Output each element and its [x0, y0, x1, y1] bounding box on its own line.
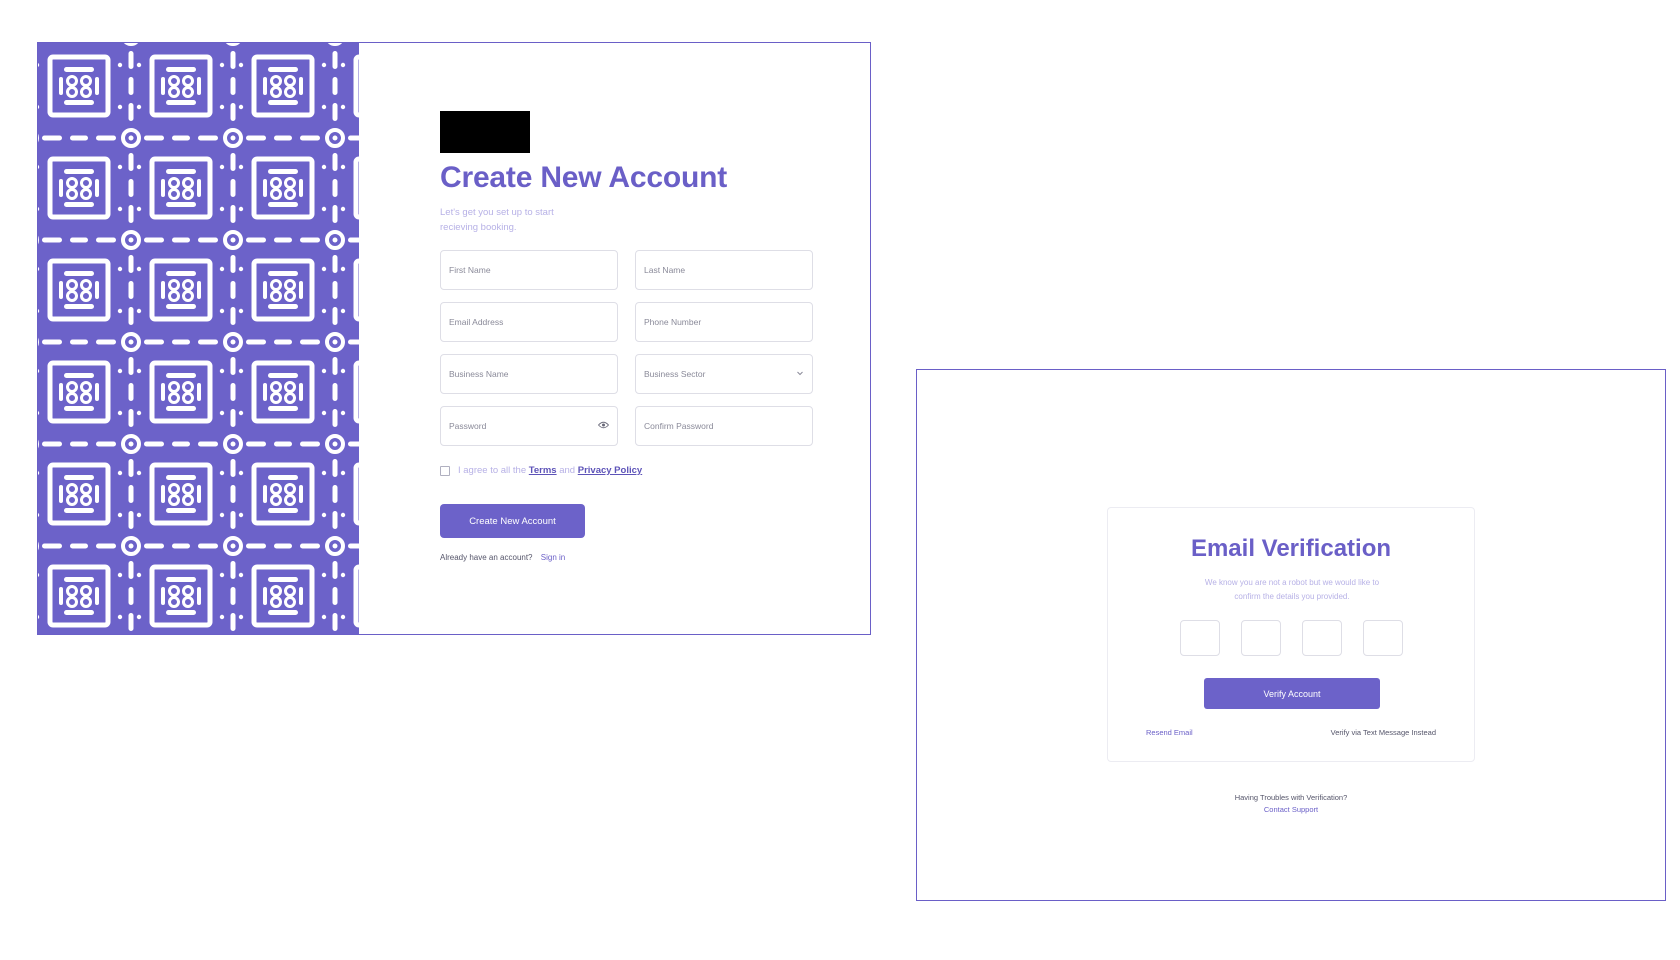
business-sector-select[interactable]: Business Sector — [635, 354, 813, 394]
signin-prompt: Already have an account? — [440, 553, 533, 562]
chevron-down-icon[interactable] — [796, 369, 804, 379]
business-name-placeholder: Business Name — [449, 369, 509, 379]
password-placeholder: Password — [449, 421, 487, 431]
logo — [440, 111, 530, 153]
decorative-pattern — [38, 43, 359, 634]
email-placeholder: Email Address — [449, 317, 504, 327]
signin-link[interactable]: Sign in — [541, 553, 565, 562]
confirm-password-field[interactable]: Confirm Password — [635, 406, 813, 446]
verify-text-message-link[interactable]: Verify via Text Message Instead — [1331, 728, 1436, 737]
confirm-password-placeholder: Confirm Password — [644, 421, 714, 431]
code-input-row — [1180, 620, 1403, 656]
business-name-field[interactable]: Business Name — [440, 354, 618, 394]
verification-subtitle: We know you are not a robot but we would… — [1204, 578, 1380, 601]
page-title: Create New Account — [440, 161, 728, 194]
privacy-policy-link[interactable]: Privacy Policy — [578, 465, 642, 476]
resend-email-link[interactable]: Resend Email — [1146, 728, 1193, 737]
verification-card: Email Verification We know you are not a… — [1107, 507, 1475, 762]
code-input-3[interactable] — [1302, 620, 1342, 656]
eye-icon[interactable] — [597, 421, 610, 431]
code-input-4[interactable] — [1363, 620, 1403, 656]
page-subtitle: Let's get you set up to start recieving … — [440, 207, 554, 233]
phone-field[interactable]: Phone Number — [635, 302, 813, 342]
signup-frame: Create New Account Let's get you set up … — [37, 42, 871, 635]
code-input-1[interactable] — [1180, 620, 1220, 656]
password-field[interactable]: Password — [440, 406, 618, 446]
trouble-text: Having Troubles with Verification? — [1234, 793, 1348, 802]
terms-text: I agree to all the Terms and Privacy Pol… — [458, 465, 642, 476]
signup-form: Create New Account Let's get you set up … — [402, 43, 870, 634]
create-account-button[interactable]: Create New Account — [440, 504, 585, 538]
verify-account-button[interactable]: Verify Account — [1204, 678, 1380, 709]
terms-conjunction: and — [559, 465, 576, 476]
terms-prefix: I agree to all the — [458, 465, 527, 476]
business-sector-placeholder: Business Sector — [644, 369, 706, 379]
contact-support-link[interactable]: Contact Support — [917, 805, 1665, 814]
verification-title: Email Verification — [1190, 535, 1392, 562]
first-name-placeholder: First Name — [449, 265, 491, 275]
verification-frame: Email Verification We know you are not a… — [916, 369, 1666, 901]
last-name-placeholder: Last Name — [644, 265, 686, 275]
first-name-field[interactable]: First Name — [440, 250, 618, 290]
last-name-field[interactable]: Last Name — [635, 250, 813, 290]
email-field[interactable]: Email Address — [440, 302, 618, 342]
terms-link[interactable]: Terms — [529, 465, 557, 476]
terms-checkbox[interactable] — [440, 465, 450, 476]
terms-row: I agree to all the Terms and Privacy Pol… — [440, 465, 642, 476]
phone-placeholder: Phone Number — [644, 317, 702, 327]
code-input-2[interactable] — [1241, 620, 1281, 656]
pattern-graphic — [38, 43, 359, 631]
signin-row: Already have an account? Sign in — [440, 553, 565, 562]
